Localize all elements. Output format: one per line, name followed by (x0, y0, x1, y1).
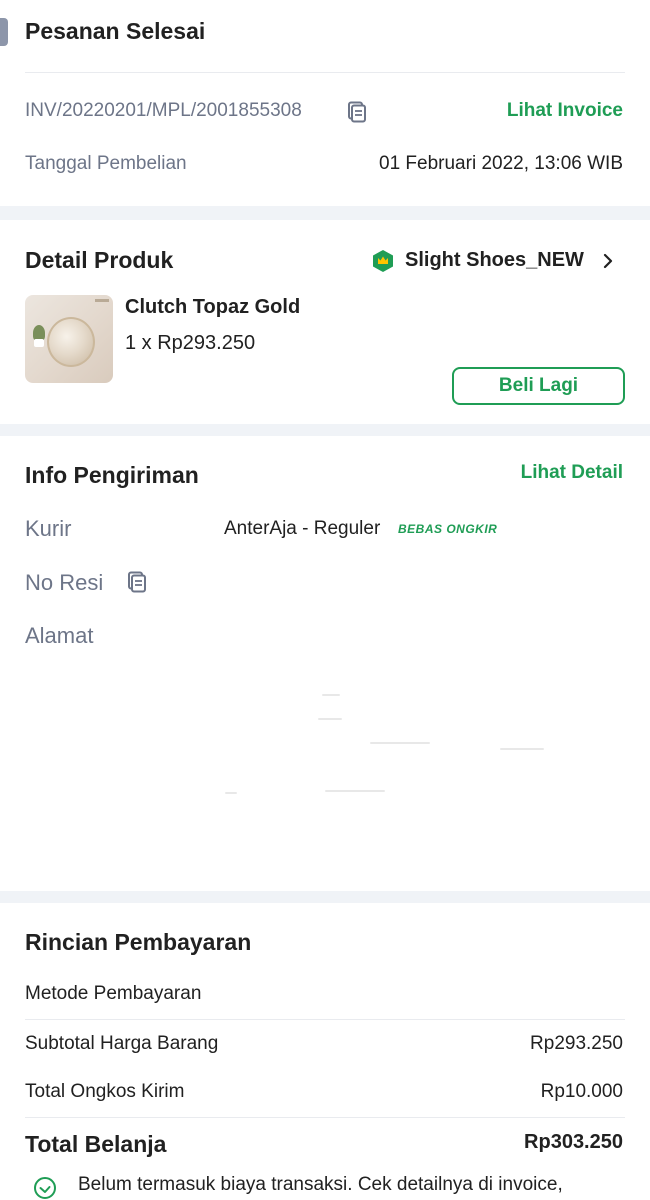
purchase-date-label: Tanggal Pembelian (25, 153, 187, 174)
section-divider (0, 206, 650, 220)
image-pot (34, 339, 44, 347)
free-shipping-badge: BEBAS ONGKIR (398, 522, 498, 536)
shipping-cost-value: Rp10.000 (540, 1081, 623, 1102)
chevron-right-icon[interactable] (599, 252, 617, 270)
check-circle-icon (34, 1177, 56, 1199)
order-status-title: Pesanan Selesai (25, 18, 206, 44)
redacted-address-mark (325, 790, 385, 792)
purchase-date-value: 01 Februari 2022, 13:06 WIB (379, 153, 623, 174)
transaction-fee-note: Belum termasuk biaya transaksi. Cek deta… (78, 1174, 563, 1195)
shop-name[interactable]: Slight Shoes_NEW (405, 249, 584, 272)
payment-method-label: Metode Pembayaran (25, 983, 202, 1004)
courier-label: Kurir (25, 516, 72, 541)
subtotal-value: Rp293.250 (530, 1033, 623, 1054)
redacted-address-mark (500, 748, 544, 750)
divider-line (25, 1117, 625, 1118)
copy-icon[interactable] (127, 571, 147, 593)
section-divider (0, 424, 650, 436)
address-label: Alamat (25, 623, 94, 648)
buy-again-button[interactable]: Beli Lagi (452, 367, 625, 405)
shipping-info-title: Info Pengiriman (25, 462, 199, 488)
product-name[interactable]: Clutch Topaz Gold (125, 296, 300, 319)
order-status-section: Pesanan Selesai INV/20220201/MPL/2001855… (0, 0, 650, 206)
divider-line (25, 72, 625, 73)
copy-icon[interactable] (347, 101, 367, 123)
redacted-address-mark (318, 718, 342, 720)
power-merchant-badge-icon (373, 250, 393, 272)
invoice-number: INV/20220201/MPL/2001855308 (25, 100, 302, 121)
total-label: Total Belanja (25, 1131, 167, 1157)
shipping-info-section (0, 436, 650, 891)
status-accent-bar (0, 18, 8, 46)
redacted-address-mark (225, 792, 237, 794)
image-brand-tag (95, 299, 109, 302)
product-image[interactable] (25, 295, 113, 383)
product-detail-title: Detail Produk (25, 247, 174, 273)
total-value: Rp303.250 (524, 1131, 623, 1153)
courier-value: AnterAja - Reguler (224, 518, 381, 539)
image-clutch-bag (47, 317, 95, 367)
product-quantity-price: 1 x Rp293.250 (125, 332, 256, 354)
shipping-cost-label: Total Ongkos Kirim (25, 1081, 185, 1102)
redacted-address-mark (370, 742, 430, 744)
section-divider (0, 891, 650, 903)
view-invoice-link[interactable]: Lihat Invoice (507, 100, 623, 122)
redacted-address-mark (322, 694, 340, 696)
receipt-number-label: No Resi (25, 570, 104, 595)
divider-line (25, 1019, 625, 1020)
subtotal-label: Subtotal Harga Barang (25, 1033, 219, 1054)
payment-details-title: Rincian Pembayaran (25, 929, 252, 955)
view-shipping-detail-link[interactable]: Lihat Detail (521, 462, 623, 484)
